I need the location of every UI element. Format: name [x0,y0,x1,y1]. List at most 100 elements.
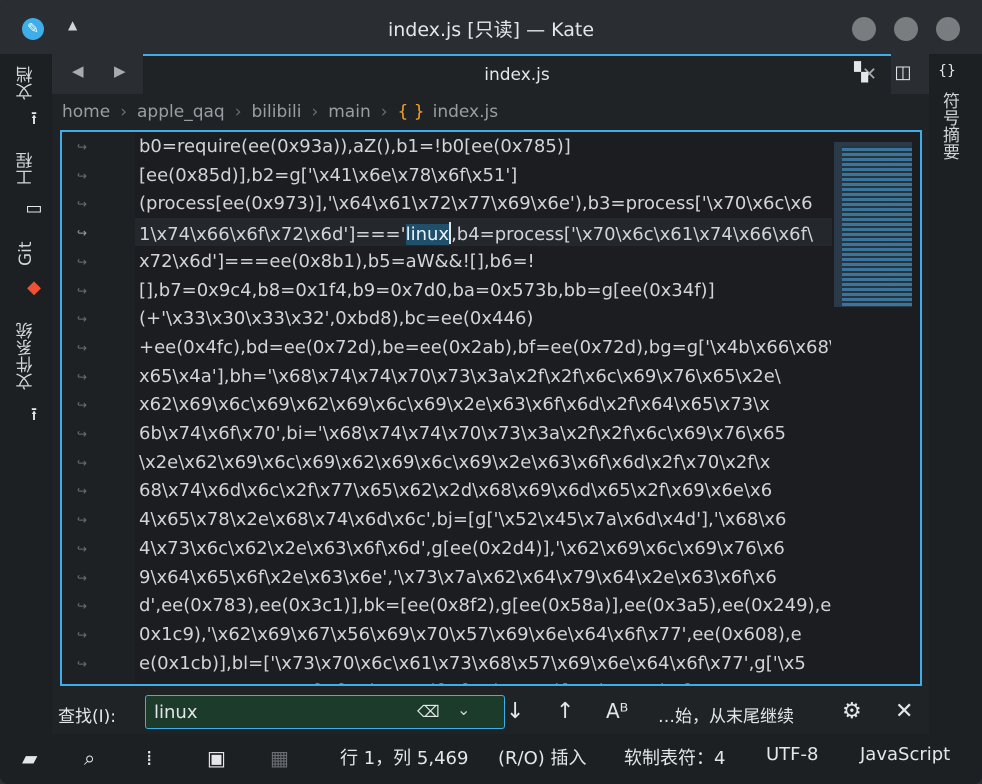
code-line[interactable]: x62\x69\x6c\x69\x62\x69\x6c\x69\x2e\x63\… [139,394,770,422]
wrap-marker-icon: ↪ [77,656,88,671]
outline-icon[interactable]: ⁞ [146,746,152,770]
cursor-position[interactable]: 行 1，列 5,469 [340,744,468,770]
wrap-marker-icon: ↪ [77,398,88,413]
back-arrow-icon[interactable]: ◀ [72,62,84,80]
code-line[interactable]: 6b\x74\x6f\x70',bi='\x68\x74\x74\x70\x73… [139,423,786,451]
wrap-marker-icon: ↪ [77,627,88,642]
minimize-button[interactable] [852,17,876,41]
minimap-content [842,146,912,306]
match-case-icon[interactable]: Aᴮ [606,699,628,723]
find-label: 查找(I): [58,707,117,727]
wrap-marker-icon: ↪ [77,369,88,384]
search-match-highlight: linux [405,224,450,246]
chevron-right-icon: › [120,102,128,122]
code-line[interactable]: x65\x4a'],bh='\x68\x74\x74\x70\x73\x3a\x… [139,366,781,394]
breadcrumb-item[interactable]: index.js [433,102,499,122]
code-line[interactable]: b0=require(ee(0x93a)),aZ(),b1=!b0[ee(0x7… [139,136,571,164]
code-area[interactable]: b0=require(ee(0x93a)),aZ(),b1=!b0[ee(0x7… [139,132,831,684]
folder-icon[interactable]: ▭ [23,198,45,220]
code-line[interactable]: [ee(0x85d)],b2=g['\x41\x6e\x78\x6f\x51'] [139,165,517,193]
find-input[interactable] [145,695,505,729]
breadcrumb-item[interactable]: home [62,102,110,122]
wrap-marker-icon: ↪ [77,484,88,499]
sidebar-tab-projects[interactable]: 工程 [12,146,40,192]
code-line[interactable]: (process[ee(0x973)],'\x64\x61\x72\x77\x6… [139,193,813,221]
maximize-button[interactable] [894,17,918,41]
wrap-marker-icon: ↪ [77,599,88,614]
code-line[interactable]: 9\x64\x65\x6f\x2e\x63\x6e','\x73\x7a\x62… [139,567,777,595]
status-bar: ▰ ⌕ ⁞ ▣ ▦ 行 1，列 5,469 (R/O) 插入 软制表符：4 UT… [0,734,982,784]
grid-icon[interactable]: ▦ [270,746,289,770]
breadcrumb: home › apple_qaq › bilibili › main › { }… [62,100,498,124]
code-line[interactable]: 4\x73\x6c\x62\x2e\x63\x6f\x6d',g[ee(0x2d… [139,538,785,566]
code-line[interactable]: 4\x65\x78\x2e\x68\x74\x6d\x6c',bj=[g['\x… [139,509,787,537]
code-text: 1\x74\x66\x6f\x72\x6d']===' [139,224,406,246]
code-text: ,b4=process['\x70\x6c\x61\x74\x66\x6f\ [451,224,814,246]
sidebar-tab-symbols[interactable]: 符号摘要 [936,92,962,160]
upload-icon[interactable]: ⭱ [23,108,45,130]
chevron-right-icon: › [380,102,388,122]
upload-icon[interactable]: ⭱ [23,404,45,426]
chevron-right-icon: › [311,102,319,122]
terminal-icon[interactable]: ▣ [207,746,226,770]
sidebar-tab-filesystem[interactable]: 文件系统 [12,314,40,398]
language-mode[interactable]: JavaScript [860,744,950,765]
clear-input-icon[interactable]: ⌫ [417,702,440,721]
code-line[interactable]: (+'\x33\x30\x33\x32',0xbd8),bc=ee(0x446) [139,308,533,336]
columns-icon[interactable]: ◫ [892,62,914,84]
title-bar: ✎ ▲ index.js [只读] — Kate [0,0,982,54]
braces-icon: { } [397,102,425,122]
wrap-marker-icon: ↪ [77,570,88,585]
git-icon[interactable]: ◆ [23,277,45,299]
wrap-marker-icon: ↪ [77,427,88,441]
breadcrumb-item[interactable]: main [328,102,370,122]
window-title: index.js [只读] — Kate [387,19,595,41]
gear-icon[interactable]: ⚙ [842,699,862,724]
sidebar-tab-documents[interactable]: 文档 [12,60,40,106]
code-line[interactable]: 68\x74\x6d\x6c\x2f\x77\x65\x62\x2d\x68\x… [139,480,772,508]
symbols-icon[interactable]: {} [936,60,958,82]
code-line[interactable]: 7\x66\x47\x58\x42'],g[ee(0x330)],g[ee(0x… [139,681,815,684]
code-line[interactable]: 1\x74\x66\x6f\x72\x6d']==='linux ,b4=proc… [139,222,813,250]
find-previous-icon[interactable]: ↑ [556,699,574,724]
indentation-setting[interactable]: 软制表符：4 [624,744,725,770]
code-line[interactable]: [],b7=0x9c4,b8=0x1f4,b9=0x7d0,ba=0x573b,… [139,280,715,308]
wrap-marker-icon: ↪ [77,455,88,470]
code-editor[interactable]: ↪ ↪ ↪ ↪ ↪ ↪ ↪ ↪ ↪ ↪ ↪ ↪ ↪ ↪ ↪ ↪ ↪ ↪ ↪ b0=require(ee(0x93a)… [60,130,922,686]
search-icon[interactable]: ⌕ [84,746,95,770]
chat-icon[interactable]: ▰ [22,746,37,770]
encoding[interactable]: UTF-8 [766,744,818,765]
wrap-marker-icon: ↪ [77,168,88,183]
close-button[interactable] [936,17,960,41]
chevron-down-icon[interactable]: ⌄ [457,700,470,719]
tab-index-js[interactable]: index.js ✕ [143,54,891,94]
wrap-marker-icon: ↪ [77,254,88,269]
edit-mode[interactable]: (R/O) 插入 [498,744,587,770]
tab-label: index.js [484,65,550,85]
code-line[interactable]: e(0x1cb)],bl=['\x73\x70\x6c\x61\x73\x68\… [139,653,806,681]
breadcrumb-item[interactable]: apple_qaq [137,102,225,122]
sidebar-tab-git[interactable]: Git [12,236,40,272]
close-icon[interactable]: ✕ [895,699,913,724]
wrap-marker-icon: ↪ [77,312,88,327]
wrap-marker-icon: ↪ [77,283,88,298]
forward-arrow-icon[interactable]: ▶ [114,62,126,80]
search-mode-label[interactable]: …始，从末尾继续 [658,702,794,727]
wrap-marker-icon: ↪ [77,226,88,241]
code-line[interactable]: d',ee(0x783),ee(0x3c1)],bk=[ee(0x8f2),g[… [139,595,831,623]
wrap-marker-icon: ↪ [77,340,88,355]
code-line[interactable]: 0x1c9),'\x62\x69\x67\x56\x69\x70\x57\x69… [139,624,802,652]
wrap-marker-icon: ↪ [77,513,88,528]
breadcrumb-item[interactable]: bilibili [252,102,302,122]
chevron-right-icon: › [234,102,242,122]
kate-window: ✎ ▲ index.js [只读] — Kate 文档 ⭱ 工程 ▭ Git ◆… [0,0,982,784]
wrap-marker-icon: ↪ [77,197,88,212]
wrap-marker-icon: ↪ [77,140,88,154]
find-next-icon[interactable]: ↓ [506,699,524,724]
tab-bar: ◀ ▶ index.js ✕ ▚ ◫ [52,54,929,94]
code-line[interactable]: +ee(0x4fc),bd=ee(0x72d),be=ee(0x2ab),bf=… [139,337,831,365]
line-gutter: ↪ ↪ ↪ ↪ ↪ ↪ ↪ ↪ ↪ ↪ ↪ ↪ ↪ ↪ ↪ ↪ ↪ ↪ ↪ [62,132,135,684]
code-line[interactable]: \x2e\x62\x69\x6c\x69\x62\x69\x6c\x69\x2e… [139,452,770,480]
code-line[interactable]: x72\x6d']===ee(0x8b1),b5=aW&&![],b6=! [139,251,535,279]
split-view-icon[interactable]: ▚ [850,62,872,84]
